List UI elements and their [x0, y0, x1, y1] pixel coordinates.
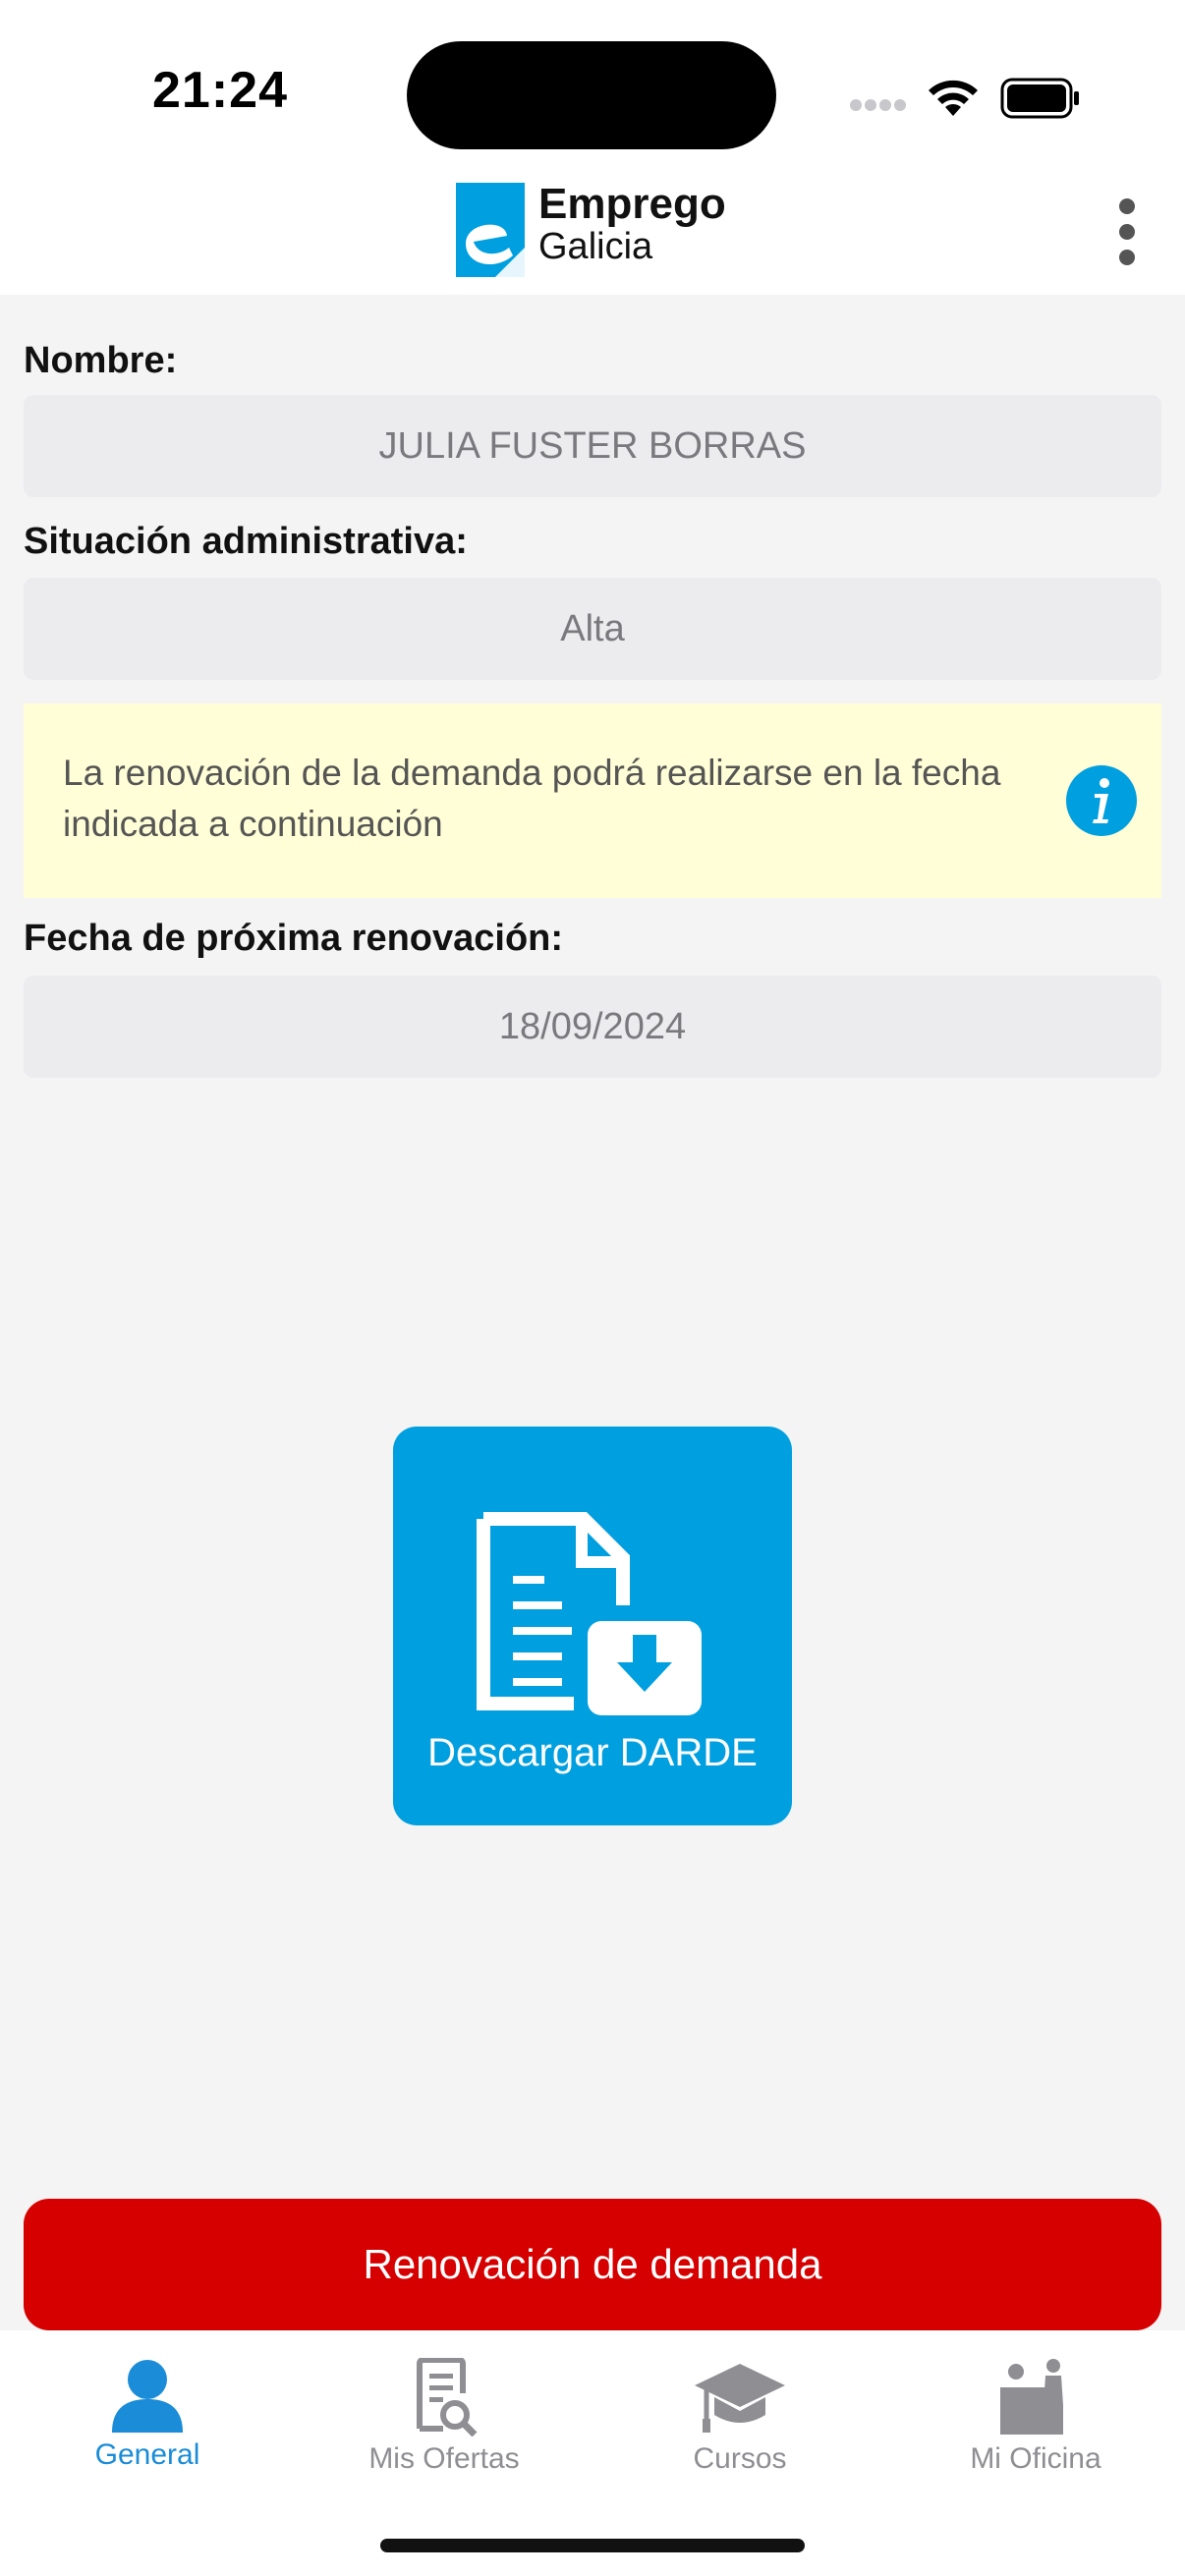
tab-mi-oficina[interactable]: Mi Oficina — [888, 2344, 1183, 2501]
office-desk-icon — [1000, 2359, 1063, 2435]
dynamic-island — [407, 41, 776, 149]
logo-mark-icon — [456, 183, 525, 277]
renewal-date-field: 18/09/2024 — [24, 976, 1161, 1078]
notice-text: La renovación de la demanda podrá realiz… — [63, 753, 1001, 844]
tab-mis-ofertas[interactable]: Mis Ofertas — [297, 2344, 592, 2501]
document-search-icon — [417, 2358, 478, 2436]
tab-cursos[interactable]: Cursos — [592, 2344, 887, 2501]
status-label: Situación administrativa: — [24, 521, 468, 562]
tab-cursos-label: Cursos — [693, 2442, 787, 2475]
battery-icon — [1000, 78, 1079, 119]
top-bar: 21:24 Emprego Galicia — [0, 0, 1185, 295]
download-darde-label: Descargar DARDE — [427, 1731, 758, 1774]
logo-line2: Galicia — [538, 226, 653, 267]
renewal-date-label: Fecha de próxima renovación: — [24, 918, 564, 959]
wifi-icon — [929, 80, 978, 116]
tab-mis-ofertas-label: Mis Ofertas — [368, 2442, 520, 2475]
emprego-galicia-logo: Emprego Galicia — [456, 183, 726, 277]
renewal-notice: La renovación de la demanda podrá realiz… — [24, 703, 1161, 898]
status-time: 21:24 — [152, 62, 288, 119]
status-field: Alta — [24, 578, 1161, 680]
download-darde-button[interactable]: Descargar DARDE — [393, 1427, 792, 1825]
name-field: JULIA FUSTER BORRAS — [24, 395, 1161, 497]
tab-general[interactable]: General — [0, 2344, 295, 2501]
more-vertical-icon[interactable] — [1110, 196, 1144, 267]
logo-line1: Emprego — [538, 180, 726, 228]
home-indicator — [380, 2539, 805, 2552]
document-download-icon — [477, 1512, 702, 1715]
renew-demand-button[interactable]: Renovación de demanda — [24, 2199, 1161, 2330]
person-icon — [112, 2360, 183, 2433]
graduation-cap-icon — [695, 2364, 785, 2433]
tab-mi-oficina-label: Mi Oficina — [970, 2442, 1101, 2475]
cellular-signal-icon — [850, 99, 906, 111]
tab-general-label: General — [94, 2438, 200, 2471]
info-icon[interactable] — [1065, 764, 1138, 837]
name-label: Nombre: — [24, 340, 178, 381]
